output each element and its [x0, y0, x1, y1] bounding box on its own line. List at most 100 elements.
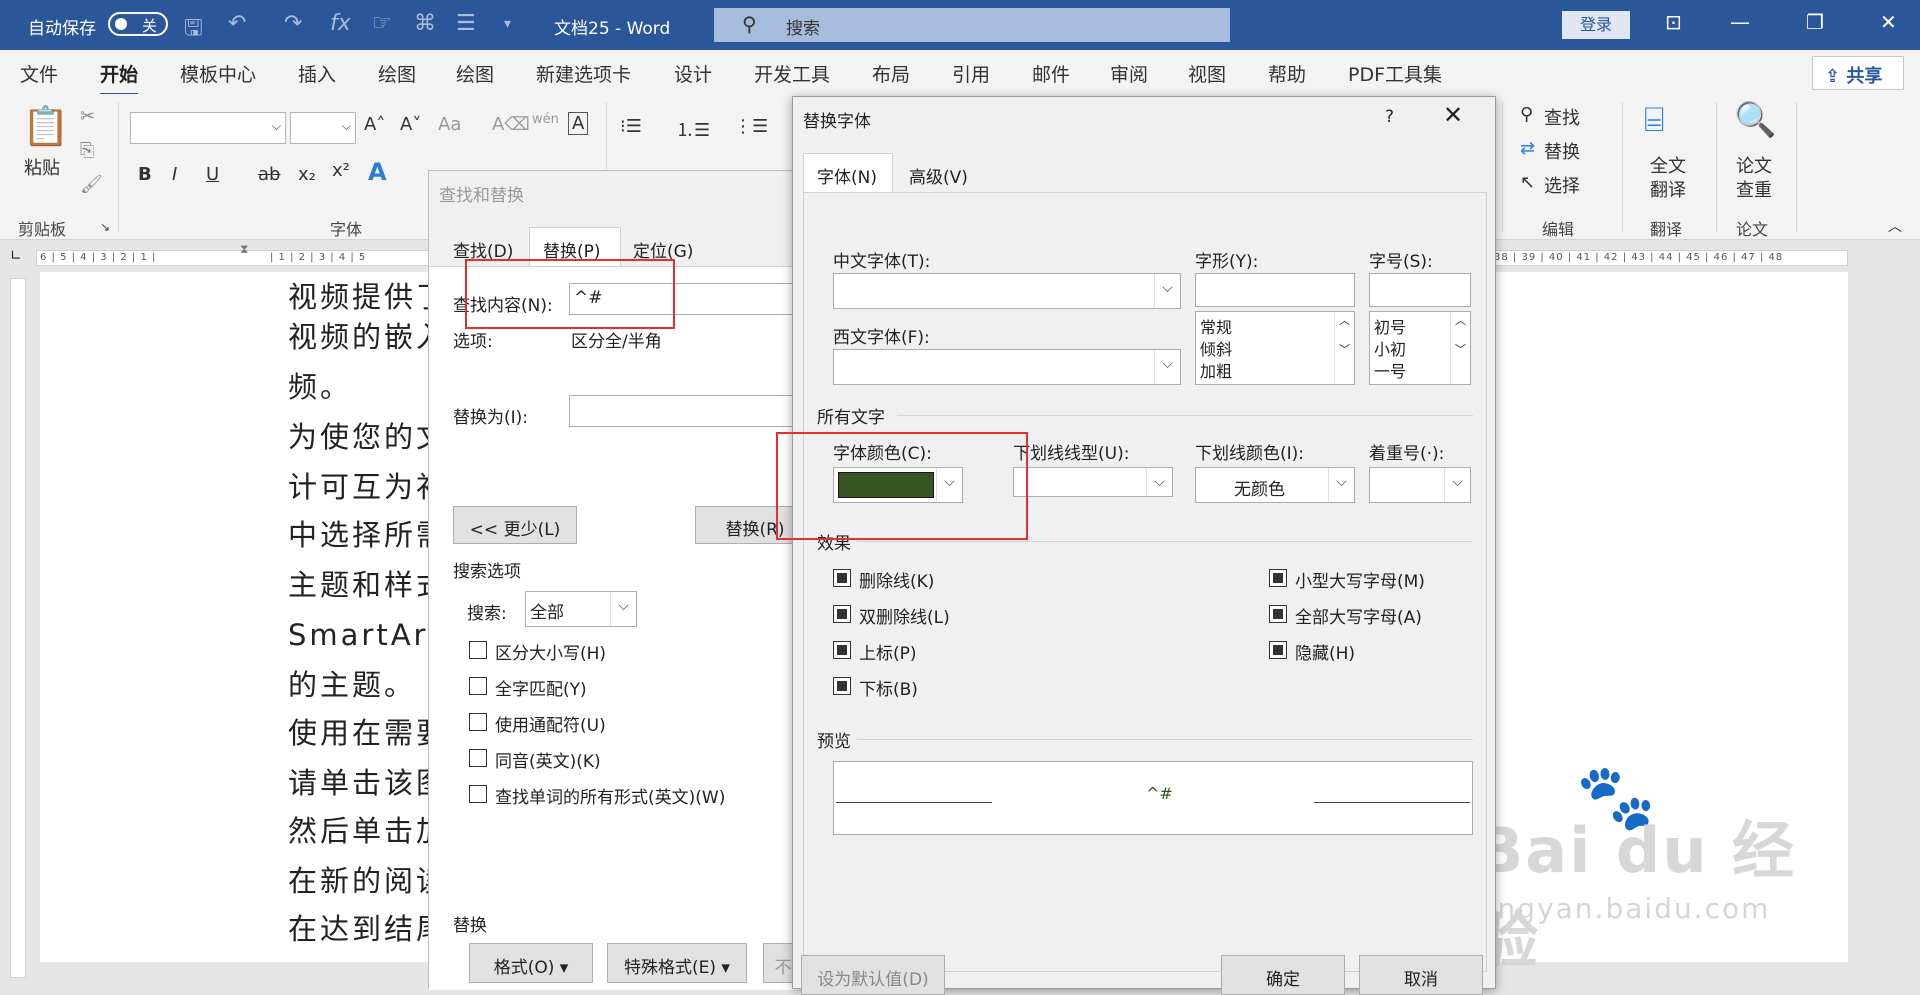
- strikethrough-checkbox[interactable]: [833, 569, 851, 587]
- list-icon[interactable]: ☰: [456, 11, 476, 36]
- tab-layout[interactable]: 布局: [872, 60, 910, 87]
- shrink-font-icon[interactable]: A˅: [400, 114, 421, 135]
- search-direction-select[interactable]: 全部 ⌵: [525, 591, 637, 627]
- select-icon[interactable]: ↖: [1520, 172, 1535, 193]
- share-button[interactable]: ⇪ 共享: [1812, 56, 1904, 90]
- collapse-ribbon-icon[interactable]: ︿: [1888, 216, 1902, 236]
- match-case-checkbox[interactable]: [469, 641, 487, 659]
- tab-file[interactable]: 文件: [20, 60, 58, 87]
- replace-with-input[interactable]: [569, 395, 809, 427]
- paper-check-label2[interactable]: 查重: [1736, 176, 1772, 202]
- numbering-icon[interactable]: ⒈☰: [676, 116, 710, 142]
- sounds-like-checkbox[interactable]: [469, 749, 487, 767]
- login-button[interactable]: 登录: [1562, 11, 1630, 39]
- format-button[interactable]: 格式(O) ▾: [469, 943, 593, 983]
- paper-check-label1[interactable]: 论文: [1736, 152, 1772, 178]
- formula-icon[interactable]: fx: [330, 11, 351, 36]
- find-icon[interactable]: ⚲: [1520, 104, 1533, 125]
- style-option[interactable]: 倾斜: [1200, 336, 1232, 360]
- superscript-button[interactable]: x²: [332, 160, 350, 181]
- replace-label[interactable]: 替换: [1544, 138, 1580, 164]
- full-translate-label1[interactable]: 全文: [1650, 152, 1686, 178]
- paste-icon[interactable]: 📋: [22, 104, 69, 149]
- copy-icon[interactable]: ⎘: [80, 140, 94, 161]
- org-chart-icon[interactable]: ⌘: [414, 11, 436, 36]
- ribbon-display-icon[interactable]: ⊡: [1665, 10, 1682, 34]
- tab-home[interactable]: 开始: [100, 60, 139, 96]
- autosave-toggle[interactable]: 关: [108, 12, 168, 36]
- cancel-button[interactable]: 取消: [1359, 955, 1483, 995]
- font-name-combo[interactable]: ⌵: [130, 112, 286, 144]
- save-icon[interactable]: 🖫: [184, 11, 203, 49]
- size-option[interactable]: 小初: [1374, 336, 1406, 360]
- redo-icon[interactable]: ↷: [284, 11, 302, 36]
- replace-icon[interactable]: ⇄: [1520, 138, 1535, 159]
- font-size-list[interactable]: 初号 小初 一号 ︿ ﹀: [1369, 311, 1471, 385]
- touch-mode-icon[interactable]: ☞: [372, 11, 392, 36]
- tab-pdf-tools[interactable]: PDF工具集: [1348, 60, 1442, 87]
- tab-developer[interactable]: 开发工具: [754, 60, 830, 87]
- special-format-button[interactable]: 特殊格式(E) ▾: [607, 943, 747, 983]
- close-dialog-icon[interactable]: ✕: [1443, 101, 1463, 129]
- bullets-icon[interactable]: ⁝☰: [620, 116, 642, 137]
- bold-button[interactable]: B: [138, 164, 152, 185]
- tab-selector-icon[interactable]: ∟: [10, 248, 22, 264]
- select-label[interactable]: 选择: [1544, 172, 1580, 198]
- less-button[interactable]: << 更少(L): [453, 506, 577, 544]
- tab-review[interactable]: 审阅: [1110, 60, 1148, 87]
- size-option[interactable]: 初号: [1374, 314, 1406, 338]
- size-list-scrollbar[interactable]: ︿ ﹀: [1450, 312, 1470, 384]
- style-option[interactable]: 常规: [1200, 314, 1232, 338]
- underline-style-select[interactable]: ⌵: [1013, 467, 1173, 497]
- indent-marker-icon[interactable]: ⧗: [240, 242, 248, 257]
- emphasis-mark-select[interactable]: ⌵: [1369, 467, 1471, 503]
- font-size-combo[interactable]: ⌵: [290, 112, 356, 144]
- hidden-checkbox[interactable]: [1269, 641, 1287, 659]
- tab-insert[interactable]: 插入: [298, 60, 336, 87]
- clear-format-icon[interactable]: A⌫: [492, 114, 530, 135]
- paper-check-icon[interactable]: 🔍: [1734, 100, 1776, 140]
- text-effects-icon[interactable]: A: [368, 158, 387, 186]
- superscript-checkbox[interactable]: [833, 641, 851, 659]
- font-style-list[interactable]: 常规 倾斜 加粗 ︿ ﹀: [1195, 311, 1355, 385]
- cut-icon[interactable]: ✂: [80, 106, 95, 127]
- style-list-scrollbar[interactable]: ︿ ﹀: [1334, 312, 1354, 384]
- tab-draw[interactable]: 绘图: [378, 60, 416, 87]
- double-strikethrough-checkbox[interactable]: [833, 605, 851, 623]
- tab-mailings[interactable]: 邮件: [1032, 60, 1070, 87]
- full-translate-icon[interactable]: ⌸: [1644, 100, 1664, 140]
- grow-font-icon[interactable]: A˄: [364, 114, 385, 135]
- format-painter-icon[interactable]: 🖌: [80, 174, 103, 195]
- multilevel-list-icon[interactable]: ⋮☰: [734, 116, 768, 137]
- ok-button[interactable]: 确定: [1221, 955, 1345, 995]
- subscript-button[interactable]: x₂: [298, 164, 316, 185]
- all-word-forms-checkbox[interactable]: [469, 785, 487, 803]
- tab-draw-2[interactable]: 绘图: [456, 60, 494, 87]
- paste-label[interactable]: 粘贴: [24, 154, 60, 180]
- set-default-button[interactable]: 设为默认值(D): [801, 955, 945, 995]
- west-font-select[interactable]: ⌵: [833, 349, 1181, 385]
- restore-icon[interactable]: ❐: [1806, 10, 1824, 34]
- help-button[interactable]: ?: [1385, 107, 1394, 127]
- font-size-input[interactable]: [1369, 273, 1471, 307]
- tab-help[interactable]: 帮助: [1268, 60, 1306, 87]
- strikethrough-button[interactable]: ab: [258, 164, 280, 185]
- tab-view[interactable]: 视图: [1188, 60, 1226, 87]
- underline-button[interactable]: U: [206, 164, 219, 185]
- minimize-icon[interactable]: —: [1730, 10, 1750, 34]
- tab-advanced[interactable]: 高级(V): [909, 163, 968, 188]
- find-label[interactable]: 查找: [1544, 104, 1580, 130]
- whole-word-checkbox[interactable]: [469, 677, 487, 695]
- close-icon[interactable]: ✕: [1880, 10, 1897, 34]
- font-style-input[interactable]: [1195, 273, 1355, 307]
- all-caps-checkbox[interactable]: [1269, 605, 1287, 623]
- phonetic-guide-icon[interactable]: wén: [532, 112, 559, 127]
- small-caps-checkbox[interactable]: [1269, 569, 1287, 587]
- tab-template-center[interactable]: 模板中心: [180, 60, 256, 87]
- customize-qat-icon[interactable]: ▾: [504, 16, 511, 32]
- wildcards-checkbox[interactable]: [469, 713, 487, 731]
- tab-new-tab[interactable]: 新建选项卡: [536, 60, 631, 87]
- tab-font[interactable]: 字体(N): [817, 163, 877, 188]
- tab-references[interactable]: 引用: [952, 60, 990, 87]
- clipboard-launcher-icon[interactable]: ↘: [100, 220, 110, 234]
